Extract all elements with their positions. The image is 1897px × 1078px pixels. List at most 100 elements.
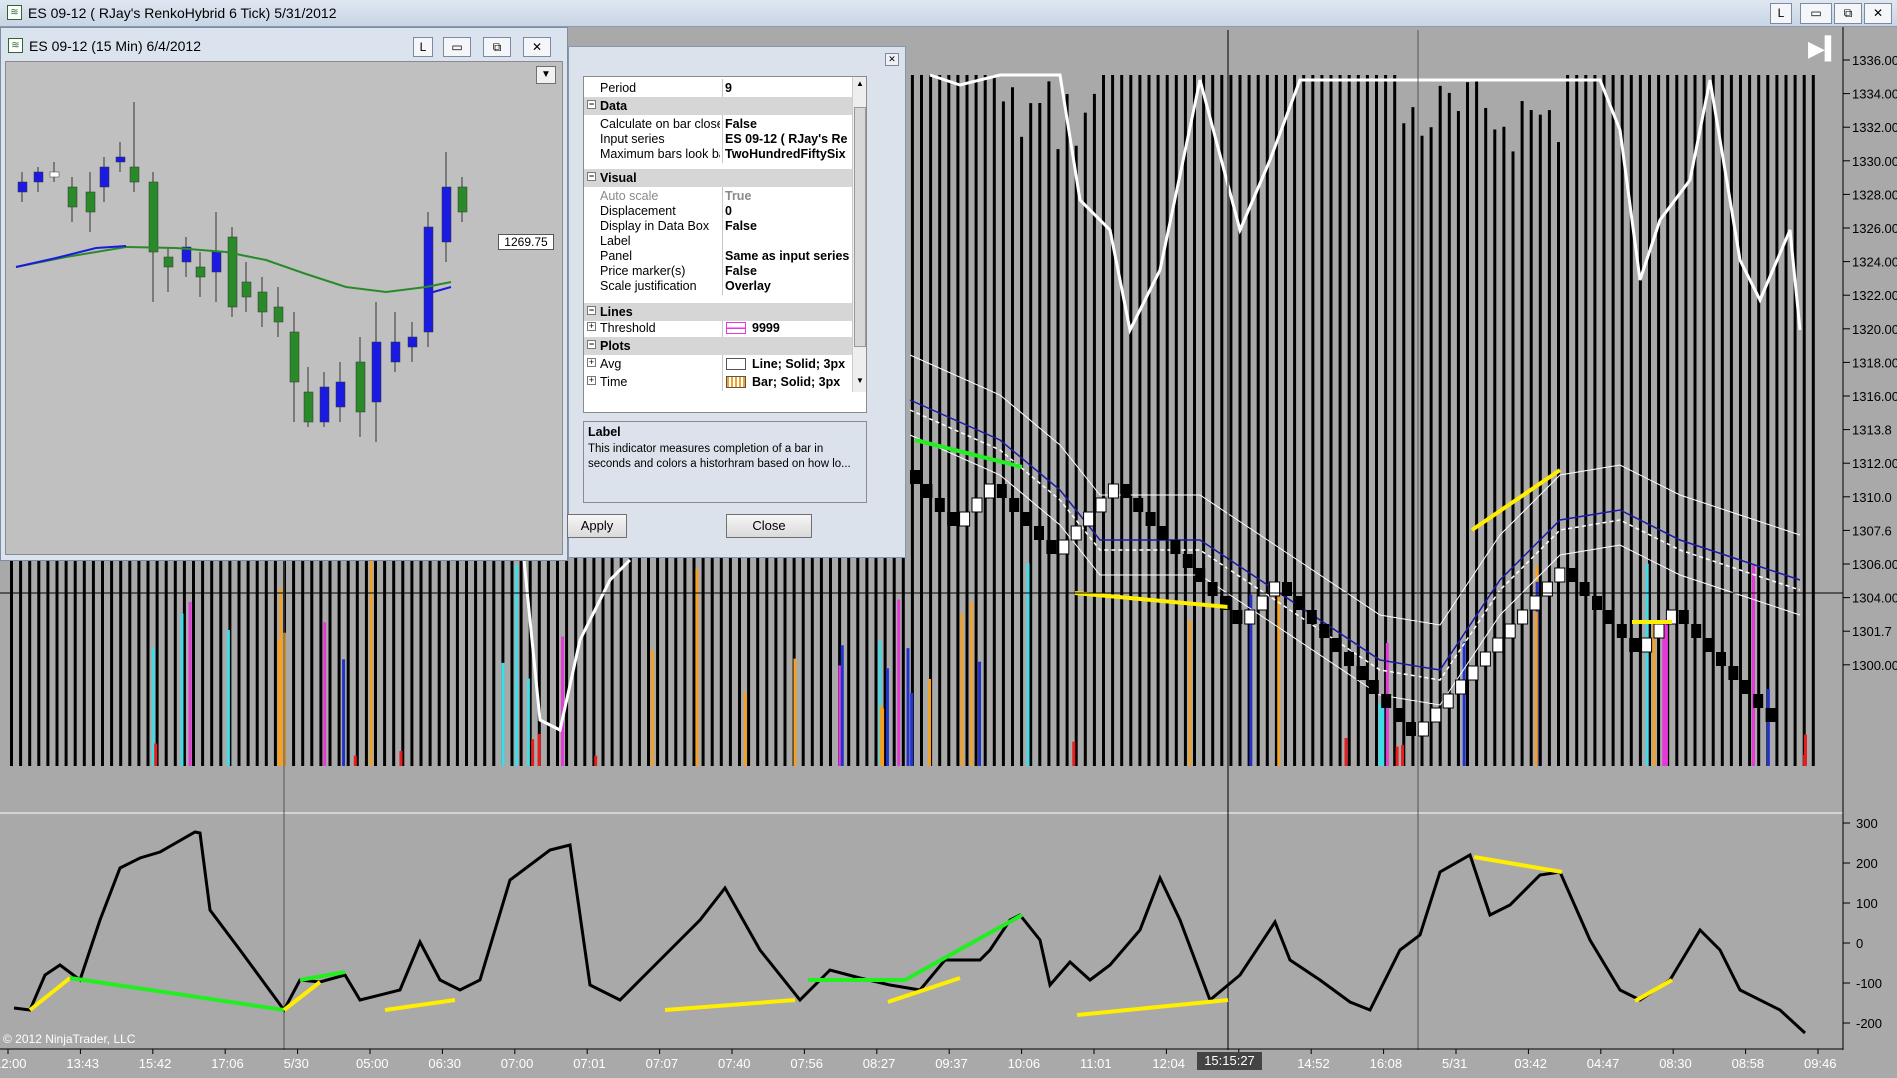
candle-body bbox=[241, 281, 252, 298]
renko-up-brick bbox=[959, 511, 971, 527]
candle-body bbox=[371, 341, 382, 403]
category-plots[interactable]: − Plots bbox=[584, 337, 866, 355]
time-bar bbox=[1675, 75, 1679, 766]
subchart-window[interactable]: ≋ ES 09-12 (15 Min) 6/4/2012 L ▭ ⧉ ✕ ▼ 1… bbox=[0, 27, 568, 561]
subchart-restore-button[interactable]: ⧉ bbox=[483, 37, 511, 57]
renko-up-brick bbox=[1058, 539, 1070, 555]
histogram-bar bbox=[323, 622, 327, 766]
subchart-titlebar[interactable]: ≋ ES 09-12 (15 Min) 6/4/2012 L ▭ ⧉ ✕ bbox=[1, 28, 567, 60]
renko-down-brick bbox=[1381, 694, 1392, 708]
expand-icon[interactable]: + bbox=[587, 358, 596, 367]
plot-color-swatch[interactable] bbox=[726, 376, 746, 388]
property-row-avg[interactable]: + Avg Line; Solid; 3px bbox=[584, 355, 866, 373]
time-tick-label: 08:30 bbox=[1659, 1056, 1692, 1071]
time-bar bbox=[128, 560, 132, 766]
time-bar bbox=[219, 560, 223, 766]
minimize-button[interactable]: ▭ bbox=[1800, 3, 1832, 24]
histogram-bar bbox=[1072, 741, 1076, 766]
time-bar bbox=[237, 560, 241, 766]
property-row-period[interactable]: Period 9 bbox=[584, 79, 866, 97]
collapse-icon[interactable]: − bbox=[587, 100, 596, 109]
close-button[interactable]: Close bbox=[726, 514, 812, 538]
collapse-icon[interactable]: − bbox=[587, 306, 596, 315]
property-row[interactable]: Scale justification Overlay bbox=[584, 277, 866, 295]
category-visual[interactable]: − Visual bbox=[584, 169, 866, 187]
property-row[interactable]: Maximum bars look ba TwoHundredFiftySix bbox=[584, 145, 866, 163]
candle-body bbox=[423, 226, 434, 333]
scroll-to-end-icon[interactable]: ▶▍ bbox=[1808, 36, 1842, 62]
price-tick-label: 1336.00 bbox=[1852, 53, 1897, 68]
time-bar bbox=[91, 560, 95, 766]
time-bar bbox=[1593, 75, 1597, 766]
collapse-icon[interactable]: − bbox=[587, 172, 596, 181]
time-tick-label: 5/30 bbox=[284, 1056, 309, 1071]
collapse-icon[interactable]: − bbox=[587, 340, 596, 349]
histogram-bar bbox=[695, 569, 699, 766]
histogram-bar bbox=[840, 645, 844, 766]
scrollbar-thumb[interactable] bbox=[854, 107, 866, 347]
renko-up-brick bbox=[1269, 581, 1281, 597]
renko-down-brick bbox=[1158, 526, 1168, 540]
property-row-time[interactable]: + Time Bar; Solid; 3px bbox=[584, 373, 866, 391]
last-price-marker: 1269.75 bbox=[498, 234, 554, 250]
time-bar bbox=[1165, 75, 1169, 766]
time-bar bbox=[1284, 75, 1287, 766]
window-title: ES 09-12 ( RJay's RenkoHybrid 6 Tick) 5/… bbox=[28, 5, 337, 21]
subchart-minimize-button[interactable]: ▭ bbox=[443, 37, 471, 57]
dialog-close-icon[interactable]: ✕ bbox=[885, 53, 899, 66]
link-button[interactable]: L bbox=[1770, 3, 1792, 24]
close-button[interactable]: ✕ bbox=[1864, 3, 1892, 24]
renko-up-brick bbox=[1455, 679, 1467, 695]
expand-icon[interactable]: + bbox=[587, 376, 596, 385]
property-value[interactable]: Overlay bbox=[725, 277, 865, 295]
renko-up-brick bbox=[1244, 609, 1256, 625]
candlestick-plot[interactable]: ▼ 1269.75 bbox=[5, 61, 563, 555]
time-bar bbox=[1038, 103, 1042, 766]
restore-button[interactable]: ⧉ bbox=[1834, 3, 1862, 24]
time-bar bbox=[1056, 149, 1060, 766]
line-color-swatch[interactable] bbox=[726, 322, 746, 334]
price-tick-label: 1300.00 bbox=[1852, 658, 1897, 673]
time-bar bbox=[1320, 75, 1324, 766]
histogram-bar bbox=[279, 587, 283, 766]
time-bar bbox=[1220, 75, 1224, 766]
property-value[interactable]: TwoHundredFiftySix bbox=[725, 145, 865, 163]
time-bar bbox=[1074, 145, 1078, 766]
histogram-bar bbox=[188, 601, 192, 766]
time-bar bbox=[1420, 135, 1424, 766]
histogram-bar bbox=[1462, 641, 1466, 766]
category-data[interactable]: − Data bbox=[584, 97, 866, 115]
time-bar bbox=[1447, 92, 1451, 767]
time-bar bbox=[1575, 75, 1579, 766]
renko-up-brick bbox=[1641, 637, 1653, 653]
time-bar bbox=[1065, 94, 1069, 766]
time-bar bbox=[310, 560, 314, 766]
time-bar bbox=[1174, 75, 1178, 766]
indicator-properties-dialog[interactable]: ✕ Period 9 − Data Calculate on bar close F… bbox=[567, 46, 906, 558]
histogram-bar bbox=[342, 659, 346, 766]
property-grid-scrollbar[interactable]: ▲ ▼ bbox=[852, 77, 866, 392]
expand-icon[interactable]: + bbox=[587, 322, 596, 331]
time-bar bbox=[1147, 75, 1151, 766]
plot-color-swatch[interactable] bbox=[726, 358, 746, 370]
candle-body bbox=[129, 166, 140, 183]
property-row-threshold[interactable]: + Threshold 9999 bbox=[584, 319, 866, 337]
histogram-bar bbox=[1652, 620, 1656, 766]
subchart-link-button[interactable]: L bbox=[413, 37, 433, 57]
time-bar bbox=[1183, 75, 1187, 766]
time-bar bbox=[1402, 123, 1406, 767]
renko-down-brick bbox=[1344, 652, 1354, 666]
subchart-close-button[interactable]: ✕ bbox=[523, 37, 551, 57]
price-tick-label: 1310.0 bbox=[1852, 490, 1892, 505]
time-bar bbox=[1729, 75, 1733, 766]
renko-up-brick bbox=[1442, 693, 1454, 709]
scroll-up-icon[interactable]: ▲ bbox=[854, 79, 866, 91]
scroll-down-icon[interactable]: ▼ bbox=[854, 376, 866, 388]
property-value[interactable]: 9 bbox=[725, 79, 865, 97]
apply-button[interactable]: Apply bbox=[567, 514, 627, 538]
property-grid[interactable]: Period 9 − Data Calculate on bar close Fal… bbox=[583, 76, 867, 413]
candle-body bbox=[67, 186, 78, 208]
histogram-bar bbox=[879, 705, 883, 766]
renko-down-brick bbox=[1145, 512, 1156, 526]
time-bar bbox=[374, 560, 377, 766]
